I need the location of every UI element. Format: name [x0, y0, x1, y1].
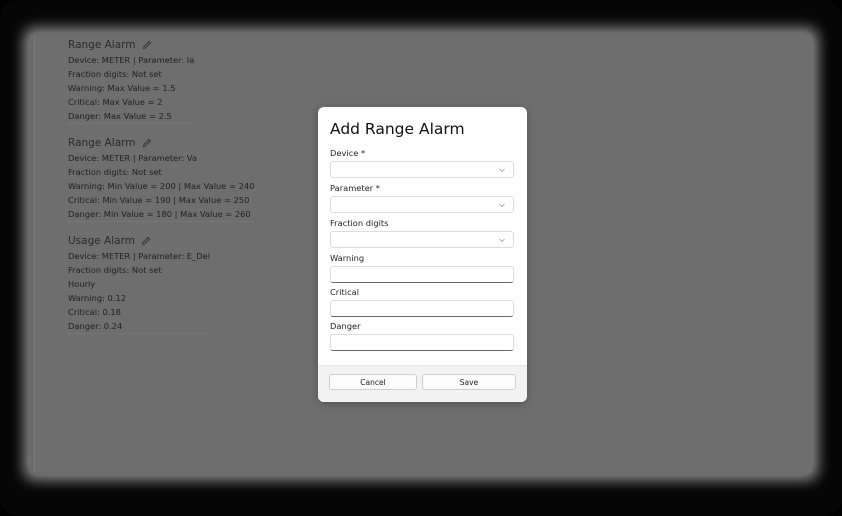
alarm-detail: Danger: 0.24: [68, 321, 123, 331]
alarm-title: Range Alarm: [68, 137, 136, 149]
alarm-detail: Warning: 0.12: [68, 293, 127, 303]
fraction-digits-select[interactable]: [330, 231, 514, 248]
dialog-title: Add Range Alarm: [330, 120, 465, 138]
alarm-detail: Critical: 0.18: [68, 307, 121, 317]
alarm-detail: Device: METER | Parameter: Va: [68, 153, 197, 163]
alarm-detail: Device: METER | Parameter: Ia: [68, 55, 195, 65]
alarm-detail: Fraction digits: Not set: [68, 265, 162, 275]
alarm-card: Usage Alarm Device: METER | Parameter: E…: [67, 233, 210, 334]
alarm-card: Range Alarm Device: METER | Parameter: V…: [67, 135, 255, 222]
alarm-detail: Warning: Max Value = 1.5: [68, 83, 176, 93]
critical-label: Critical: [330, 287, 360, 297]
warning-label: Warning: [330, 253, 365, 263]
alarm-detail: Hourly: [68, 279, 96, 289]
add-range-alarm-dialog: Add Range Alarm Device * Parameter * Fra…: [318, 107, 527, 402]
save-button[interactable]: Save: [422, 374, 516, 390]
pencil-icon[interactable]: [142, 138, 152, 148]
chevron-down-icon: [499, 203, 505, 208]
chevron-down-icon: [499, 168, 505, 173]
alarm-card-header: Range Alarm: [68, 135, 254, 151]
alarm-detail: Danger: Max Value = 2.5: [68, 111, 172, 121]
danger-label: Danger: [330, 321, 361, 331]
pencil-icon[interactable]: [142, 40, 152, 50]
cancel-button[interactable]: Cancel: [329, 374, 417, 390]
dialog-footer: Cancel Save: [318, 365, 527, 402]
alarm-card-header: Range Alarm: [68, 37, 194, 53]
alarm-detail: Device: METER | Parameter: E_Del: [68, 251, 210, 261]
alarm-detail: Warning: Min Value = 200 | Max Value = 2…: [68, 181, 255, 191]
parameter-label: Parameter *: [330, 183, 380, 193]
pencil-icon[interactable]: [141, 236, 151, 246]
warning-input[interactable]: [330, 266, 514, 283]
parameter-select[interactable]: [330, 196, 514, 213]
alarm-detail: Critical: Max Value = 2: [68, 97, 163, 107]
danger-input[interactable]: [330, 334, 514, 351]
alarm-title: Usage Alarm: [68, 235, 135, 247]
alarm-detail: Critical: Min Value = 190 | Max Value = …: [68, 195, 250, 205]
alarm-title: Range Alarm: [68, 39, 136, 51]
fraction-digits-label: Fraction digits: [330, 218, 389, 228]
alarm-card: Range Alarm Device: METER | Parameter: I…: [67, 37, 195, 124]
alarm-detail: Fraction digits: Not set: [68, 69, 162, 79]
alarm-card-header: Usage Alarm: [68, 233, 210, 249]
device-label: Device *: [330, 148, 366, 158]
alarm-detail: Danger: Min Value = 180 | Max Value = 26…: [68, 209, 251, 219]
device-select[interactable]: [330, 161, 514, 178]
critical-input[interactable]: [330, 300, 514, 317]
chevron-down-icon: [499, 238, 505, 243]
alarm-detail: Fraction digits: Not set: [68, 167, 162, 177]
